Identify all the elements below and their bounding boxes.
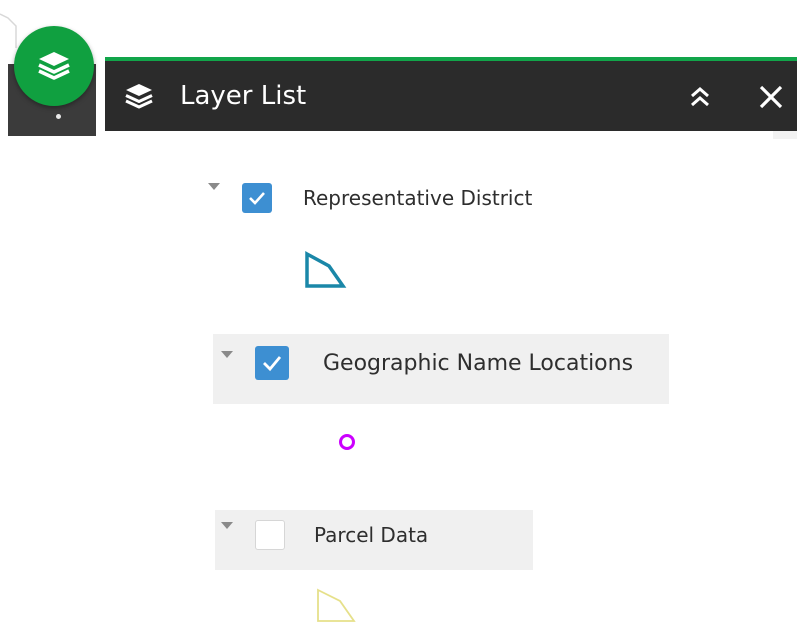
polygon-legend-icon <box>305 251 347 288</box>
layer-list-launcher-button[interactable] <box>14 26 94 106</box>
panel-scroll-edge <box>773 131 797 139</box>
close-icon <box>759 85 783 109</box>
close-panel-button[interactable] <box>757 83 785 111</box>
active-indicator-dot <box>56 114 61 119</box>
layer-label: Geographic Name Locations <box>323 351 634 376</box>
expand-caret-icon[interactable] <box>208 183 220 190</box>
collapse-panel-button[interactable] <box>687 84 713 110</box>
point-legend-icon <box>339 434 355 450</box>
panel-header: Layer List <box>105 61 797 131</box>
layer-label: Parcel Data <box>314 523 429 547</box>
layer-label: Representative District <box>303 186 533 210</box>
layers-icon <box>125 84 153 109</box>
polygon-legend-icon <box>317 588 356 622</box>
layers-icon <box>38 52 70 80</box>
panel-title: Layer List <box>180 81 307 111</box>
expand-caret-icon[interactable] <box>221 522 233 529</box>
checkmark-icon <box>263 356 282 372</box>
map-fragment <box>0 13 17 48</box>
layer-visibility-checkbox[interactable] <box>255 346 289 380</box>
double-chevron-up-icon <box>691 87 709 107</box>
expand-caret-icon[interactable] <box>221 351 233 358</box>
layer-visibility-checkbox[interactable] <box>255 520 285 550</box>
checkmark-icon <box>249 192 265 205</box>
layer-visibility-checkbox[interactable] <box>242 183 272 213</box>
